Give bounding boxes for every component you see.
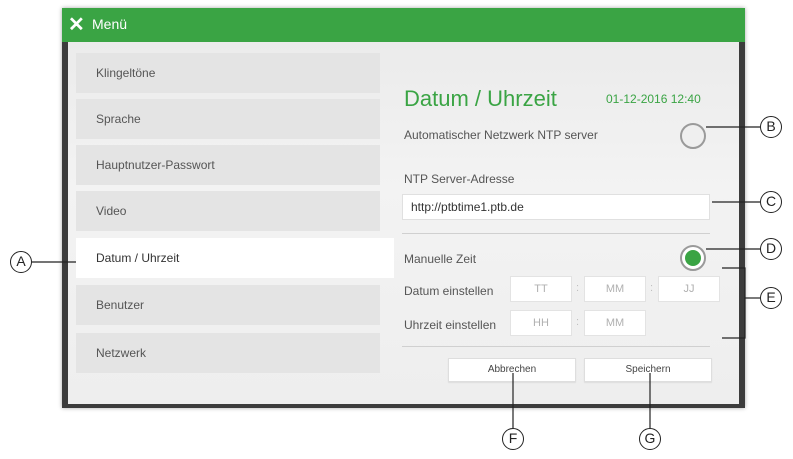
callout-c: C (760, 191, 782, 213)
callout-a: A (10, 251, 32, 273)
callout-e: E (760, 287, 782, 309)
callout-lines (32, 126, 760, 428)
callout-f: F (502, 428, 524, 450)
callout-b: B (760, 116, 782, 138)
callout-d: D (760, 238, 782, 260)
callout-g: G (639, 428, 661, 450)
